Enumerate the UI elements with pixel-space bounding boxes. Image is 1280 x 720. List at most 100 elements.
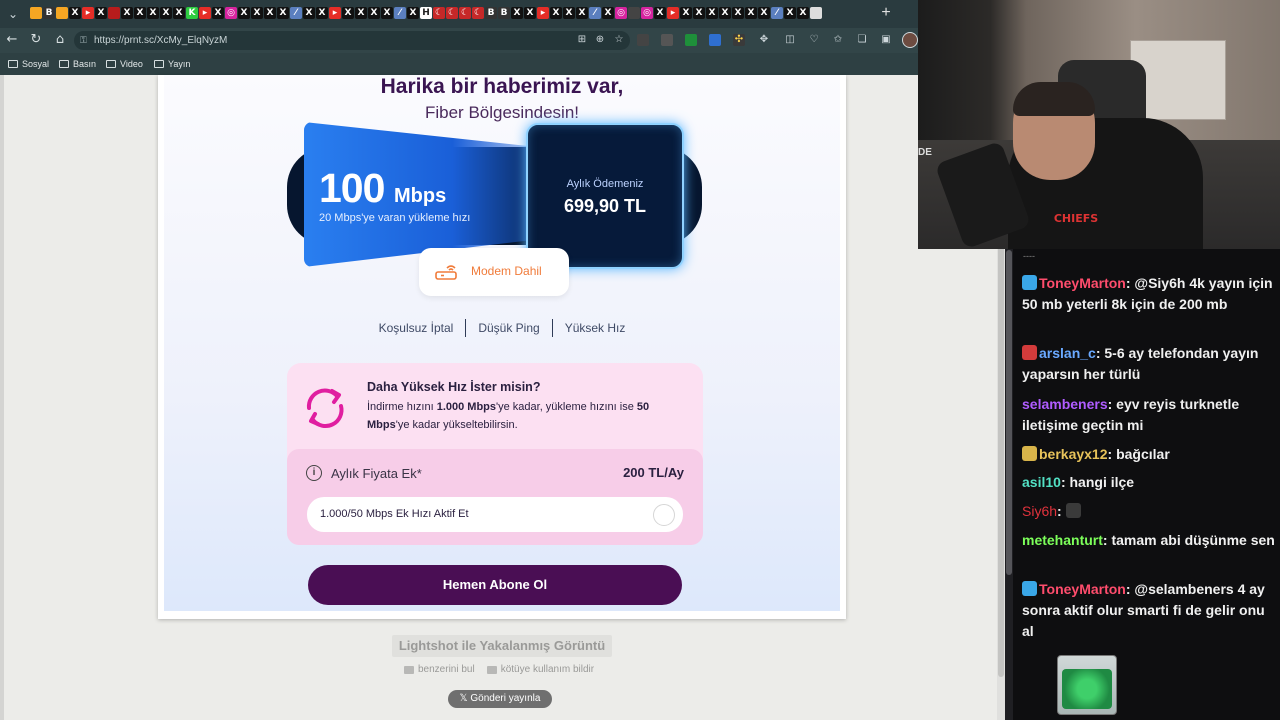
tab-favicon-icon[interactable]: X bbox=[95, 7, 107, 19]
tab-favicon-icon[interactable]: ▸ bbox=[199, 7, 211, 19]
tab-favicon-icon[interactable]: ▸ bbox=[82, 7, 94, 19]
profile-avatar[interactable] bbox=[902, 32, 918, 48]
chat-username[interactable]: selambeners bbox=[1022, 396, 1108, 412]
chat-username[interactable]: Siy6h bbox=[1022, 503, 1057, 519]
tab-favicon-icon[interactable]: X bbox=[784, 7, 796, 19]
tab-favicon-icon[interactable]: X bbox=[693, 7, 705, 19]
tab-favicon-icon[interactable]: X bbox=[160, 7, 172, 19]
collections-icon[interactable]: ❏ bbox=[856, 34, 868, 46]
home-icon[interactable]: ⌂ bbox=[52, 32, 68, 48]
extension-icon[interactable]: ✣ bbox=[733, 34, 745, 46]
tab-favicon-icon[interactable]: X bbox=[550, 7, 562, 19]
tab-favicon-icon[interactable]: X bbox=[277, 7, 289, 19]
tab-favicon-icon[interactable]: ☾ bbox=[446, 7, 458, 19]
tab-favicon-icon[interactable]: X bbox=[264, 7, 276, 19]
tab-favicon-icon[interactable]: ⁄ bbox=[394, 7, 406, 19]
tab-favicon-icon[interactable] bbox=[108, 7, 120, 19]
tab-favicon-icon[interactable] bbox=[30, 7, 42, 19]
tab-favicon-icon[interactable]: X bbox=[121, 7, 133, 19]
tab-favicon-icon[interactable]: X bbox=[251, 7, 263, 19]
tab-favicon-icon[interactable]: X bbox=[745, 7, 757, 19]
tab-favicon-icon[interactable]: ▸ bbox=[537, 7, 549, 19]
tab-favicon-icon[interactable] bbox=[628, 7, 640, 19]
tab-favicon-icon[interactable]: X bbox=[368, 7, 380, 19]
favorites-icon[interactable]: ✩ bbox=[832, 34, 844, 46]
bookmark-folder-sosyal[interactable]: Sosyal bbox=[8, 57, 49, 71]
url-field[interactable]: ⚿ https://prnt.sc/XcMy_ElqNyzM bbox=[74, 31, 630, 50]
tab-favicon-icon[interactable]: H bbox=[420, 7, 432, 19]
tab-favicon-icon[interactable]: X bbox=[602, 7, 614, 19]
tab-list-menu-button[interactable]: ⌄ bbox=[4, 5, 22, 23]
tab-favicon-icon[interactable]: X bbox=[680, 7, 692, 19]
extensions-puzzle-icon[interactable]: ✥ bbox=[758, 34, 770, 46]
chat-username[interactable]: metehanturt bbox=[1022, 532, 1103, 548]
tab-favicon-icon[interactable]: X bbox=[147, 7, 159, 19]
tab-favicon-icon[interactable]: X bbox=[342, 7, 354, 19]
tab-favicon-icon[interactable]: K bbox=[186, 7, 198, 19]
chat-username[interactable]: arslan_c bbox=[1039, 345, 1096, 361]
tab-favicon-icon[interactable]: X bbox=[576, 7, 588, 19]
tab-favicon-icon[interactable]: X bbox=[797, 7, 809, 19]
tab-favicon-icon[interactable]: ☾ bbox=[433, 7, 445, 19]
screenshot-icon[interactable]: ▣ bbox=[880, 34, 892, 46]
tab-favicon-icon[interactable]: ⁄ bbox=[589, 7, 601, 19]
extension-icon[interactable] bbox=[637, 34, 649, 46]
tab-favicon-icon[interactable]: X bbox=[381, 7, 393, 19]
tab-favicon-icon[interactable]: ▸ bbox=[329, 7, 341, 19]
tab-favicon-icon[interactable]: X bbox=[511, 7, 523, 19]
tab-favicon-icon[interactable]: X bbox=[719, 7, 731, 19]
tab-favicon-icon[interactable]: ⁄ bbox=[290, 7, 302, 19]
tab-favicon-icon[interactable]: ◎ bbox=[225, 7, 237, 19]
chat-username[interactable]: asil10 bbox=[1022, 474, 1061, 490]
tab-favicon-icon[interactable] bbox=[56, 7, 68, 19]
tab-favicon-icon[interactable]: B bbox=[485, 7, 497, 19]
tab-favicon-icon[interactable]: X bbox=[654, 7, 666, 19]
bookmark-folder-yayin[interactable]: Yayın bbox=[154, 57, 190, 71]
site-info-icon[interactable]: ⚿ bbox=[80, 31, 87, 50]
tab-favicon-icon[interactable]: X bbox=[407, 7, 419, 19]
chat-scrollbar-thumb[interactable] bbox=[1006, 250, 1012, 575]
chat-username[interactable]: berkayx12 bbox=[1039, 446, 1108, 462]
tab-favicon-icon[interactable]: X bbox=[238, 7, 250, 19]
translate-icon[interactable] bbox=[709, 34, 721, 46]
tab-favicon-icon[interactable]: ▸ bbox=[667, 7, 679, 19]
chat-username[interactable]: ToneyMarton bbox=[1039, 581, 1126, 597]
reload-icon[interactable]: ↻ bbox=[28, 32, 44, 48]
tab-favicon-icon[interactable]: ◎ bbox=[615, 7, 627, 19]
subscribe-button[interactable]: Hemen Abone Ol bbox=[308, 565, 682, 605]
tab-favicon-icon[interactable]: B bbox=[43, 7, 55, 19]
tab-favicon-icon[interactable]: ◎ bbox=[641, 7, 653, 19]
tab-favicon-icon[interactable]: ⁄ bbox=[771, 7, 783, 19]
tab-favicon-icon[interactable]: B bbox=[498, 7, 510, 19]
extension-icon[interactable] bbox=[661, 34, 673, 46]
tab-favicon-icon[interactable]: ☾ bbox=[459, 7, 471, 19]
new-tab-button[interactable]: + bbox=[878, 4, 894, 22]
report-abuse-link[interactable]: kötüye kullanım bildir bbox=[486, 664, 594, 675]
bookmark-folder-basin[interactable]: Basın bbox=[59, 57, 96, 71]
extension-icon[interactable] bbox=[685, 34, 697, 46]
tab-favicon-icon[interactable]: X bbox=[69, 7, 81, 19]
tab-favicon-icon[interactable]: X bbox=[134, 7, 146, 19]
chat-username[interactable]: ToneyMarton bbox=[1039, 275, 1126, 291]
tab-favicon-icon[interactable]: X bbox=[303, 7, 315, 19]
tab-favicon-icon[interactable]: X bbox=[758, 7, 770, 19]
post-to-x-button[interactable]: 𝕏 Gönderi yayınla bbox=[448, 690, 552, 708]
zoom-icon[interactable]: ⊕ bbox=[594, 34, 606, 46]
tab-favicon-icon[interactable]: X bbox=[173, 7, 185, 19]
back-icon[interactable]: ← bbox=[4, 32, 20, 48]
install-app-icon[interactable]: ⊞ bbox=[576, 34, 588, 46]
tab-favicon-icon[interactable]: X bbox=[706, 7, 718, 19]
tab-favicon-icon[interactable]: X bbox=[563, 7, 575, 19]
split-view-icon[interactable]: ◫ bbox=[784, 34, 796, 46]
performance-icon[interactable]: ♡ bbox=[808, 34, 820, 46]
tab-favicon-icon[interactable]: X bbox=[732, 7, 744, 19]
bookmark-folder-video[interactable]: Video bbox=[106, 57, 143, 71]
tab-favicon-icon[interactable]: X bbox=[212, 7, 224, 19]
tab-favicon-icon[interactable]: X bbox=[355, 7, 367, 19]
tab-favicon-icon[interactable]: X bbox=[316, 7, 328, 19]
extra-speed-toggle-row[interactable]: 1.000/50 Mbps Ek Hızı Aktif Et bbox=[307, 497, 683, 532]
tab-favicon-icon[interactable]: ☾ bbox=[472, 7, 484, 19]
bookmark-star-icon[interactable]: ☆ bbox=[613, 34, 625, 46]
tab-favicon-icon[interactable]: X bbox=[524, 7, 536, 19]
extra-speed-toggle[interactable] bbox=[653, 504, 675, 526]
